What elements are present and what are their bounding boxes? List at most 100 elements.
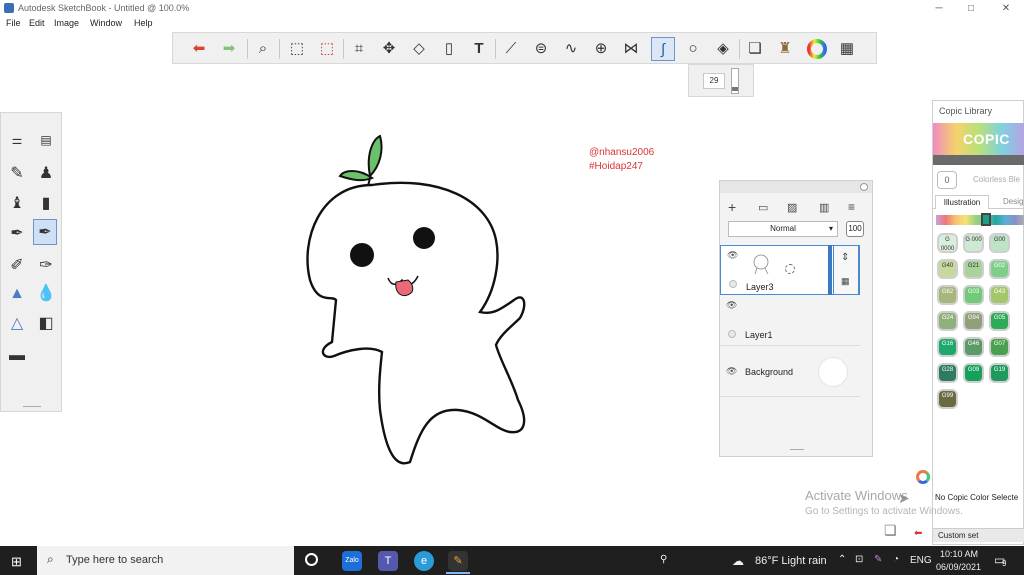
add-layer-icon[interactable]: + [728,199,736,215]
color-wheel-icon[interactable] [805,37,829,61]
lagoon-layer-icon[interactable]: ❏ [884,522,897,539]
blend-mode-select[interactable]: Normal ▾ [728,221,838,237]
menu-window[interactable]: Window [90,18,122,28]
tab-illustration[interactable]: Illustration [935,195,989,209]
stroke-curve-icon[interactable]: ∫ [651,37,675,61]
close-button[interactable]: ✕ [995,1,1017,17]
fountain-pen-icon[interactable]: ✑ [34,253,58,279]
opacity-value[interactable]: 100 [846,221,864,237]
copic-swatch[interactable]: G 000 [963,233,984,253]
wifi-icon[interactable]: ◔ [893,554,899,565]
symmetry-icon[interactable]: ⋈ [619,37,643,61]
copic-swatch[interactable]: G43 [989,285,1010,305]
smudge-icon[interactable]: △ [5,311,29,337]
brush-library-icon[interactable]: ♜ [773,37,797,61]
eye-icon[interactable]: 👁 [726,366,737,377]
layer-lock-icon[interactable] [729,280,737,288]
clock-date[interactable]: 06/09/2021 [936,562,981,572]
clock-time[interactable]: 10:10 AM [940,549,978,559]
layer-options-icon[interactable]: ▦ [841,276,850,287]
copic-swatch[interactable]: G 0000 [937,233,958,253]
eye-icon[interactable]: 👁 [727,250,738,261]
sketchbook-icon[interactable]: ✎ [448,551,468,571]
layer-row-background[interactable]: 👁 Background [720,347,860,397]
ellipse-guide-icon[interactable]: ⊜ [529,37,553,61]
copic-swatch[interactable]: G82 [937,285,958,305]
copic-hue-strip[interactable] [936,215,1024,225]
inking-pen-icon[interactable]: ✒ [33,219,57,245]
trash-icon[interactable]: ▥ [819,201,829,214]
add-image-icon[interactable]: ▨ [787,201,797,214]
people-icon[interactable]: ⚲ [660,554,667,565]
panel-resize-handle[interactable] [23,406,41,407]
taskbar-search[interactable]: ⌕ Type here to search [37,546,294,575]
zoom-icon[interactable]: ⌕ [251,37,275,61]
copic-library-icon[interactable]: ▦ [835,37,859,61]
hue-selector[interactable] [981,213,991,226]
brush-settings-icon[interactable]: ⚌ [5,127,29,153]
tab-design[interactable]: Desig [1003,195,1023,208]
crop-icon[interactable]: ⌗ [347,37,371,61]
french-curve-icon[interactable]: ∿ [559,37,583,61]
minimize-button[interactable]: ─ [928,1,950,17]
copic-swatch[interactable]: G16 [937,337,958,357]
eraser-soft-icon[interactable]: ▬ [5,343,29,369]
maximize-button[interactable]: □ [960,1,982,17]
brush-list-icon[interactable]: ▤ [34,127,58,153]
chevron-up-icon[interactable]: ⌃ [838,554,846,565]
text-icon[interactable]: T [467,37,491,61]
copic-swatch[interactable]: G40 [937,259,958,279]
menu-help[interactable]: Help [134,18,153,28]
windows-start-icon[interactable]: ⊞ [11,554,22,570]
lagoon-undo-icon[interactable]: ⬅ [914,528,922,539]
water-drop-icon[interactable]: 💧 [34,281,58,307]
pencil-brush-icon[interactable]: ✎ [5,161,29,187]
copic-swatch[interactable]: G05 [989,311,1010,331]
merge-icon[interactable]: ⇕ [841,252,849,263]
redo-icon[interactable]: ➡ [217,37,241,61]
copic-swatch[interactable]: G28 [937,363,958,383]
weather-text[interactable]: 86°F Light rain [755,555,827,567]
panel-resize-handle[interactable] [790,449,804,450]
copic-swatch[interactable]: G21 [963,259,984,279]
menu-file[interactable]: File [6,18,21,28]
felt-pen-icon[interactable]: ▮ [34,191,58,217]
ballpoint-pen-icon[interactable]: ✒ [5,221,29,247]
copic-swatch[interactable]: G07 [989,337,1010,357]
edge-icon[interactable]: e [414,551,434,571]
add-group-icon[interactable]: ▭ [758,201,768,214]
eye-icon[interactable]: 👁 [726,300,737,311]
network-icon[interactable]: ⊡ [855,554,863,565]
panel-close-icon[interactable] [860,183,868,191]
pen-icon[interactable]: ✎ [874,554,882,565]
copic-swatch[interactable]: G02 [989,259,1010,279]
select-rect-icon[interactable]: ⬚ [285,37,309,61]
weather-icon[interactable]: ☁ [732,554,744,568]
copic-swatch[interactable]: G00 [989,233,1010,253]
undo-icon[interactable]: ⬅ [187,37,211,61]
transform-icon[interactable]: ✥ [377,37,401,61]
airbrush-icon[interactable]: ♟ [34,161,58,187]
eraser-hard-icon[interactable]: ◧ [34,311,58,337]
layer-row-layer1[interactable]: 👁 Layer1 [720,296,860,346]
perspective-icon[interactable]: ⊕ [589,37,613,61]
custom-set-bar[interactable]: Custom set [933,528,1024,542]
ellipse-icon[interactable]: ○ [681,37,705,61]
paint-brush-icon[interactable]: ▲ [5,281,29,307]
select-lasso-icon[interactable]: ⬚ [315,37,339,61]
menu-image[interactable]: Image [54,18,79,28]
zalo-icon[interactable]: Zalo [342,551,362,571]
lagoon-color-icon[interactable] [916,470,930,484]
teams-icon[interactable]: T [378,551,398,571]
layer-select-icon[interactable] [785,264,795,274]
brush-size-value[interactable]: 29 [703,73,725,89]
ruler-icon[interactable]: ⟋ [499,37,523,61]
background-color-swatch[interactable] [818,357,848,387]
language-indicator[interactable]: ENG [910,555,932,566]
brush-size-slider[interactable] [731,68,739,94]
shapes-icon[interactable]: ◈ [711,37,735,61]
layer-editor-icon[interactable]: ❏ [743,37,767,61]
fill-icon[interactable]: ▯ [437,37,461,61]
layer-lock-icon[interactable] [728,330,736,338]
colorless-count[interactable]: 0 [937,171,957,189]
